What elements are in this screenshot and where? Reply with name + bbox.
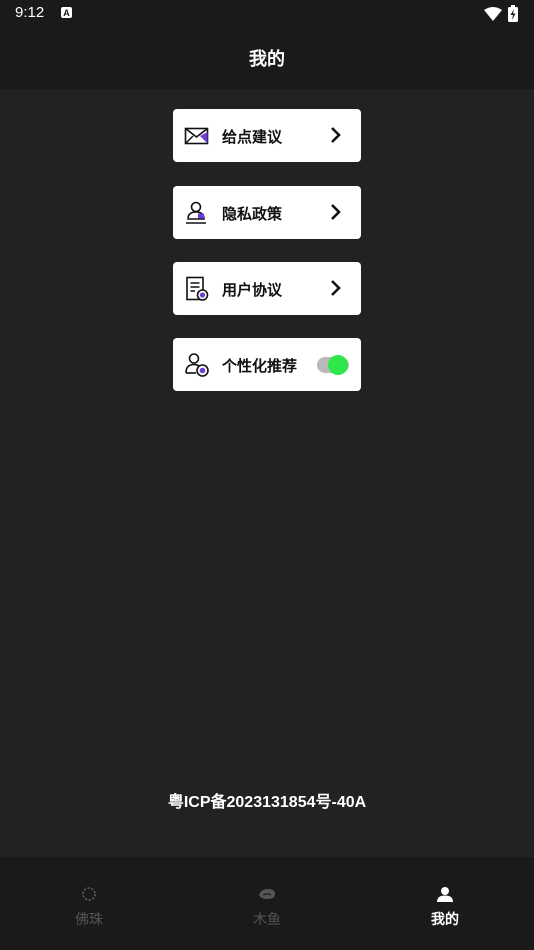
status-bar: 9:12 A [0,0,534,27]
a-icon: A [61,7,72,18]
nav-item-beads[interactable]: 佛珠 [0,857,178,950]
icp-license-text: 粤ICP备2023131854号-40A [167,794,367,811]
feedback-card[interactable]: 给点建议 [173,109,361,162]
wooden-fish-icon [258,885,276,903]
user-settings-icon [184,352,210,378]
status-time: 9:12 [15,4,45,21]
beads-icon [80,885,98,903]
user-agreement-label: 用户协议 [222,281,283,299]
personalized-recommendation-toggle[interactable] [316,354,350,376]
page-title: 我的 [249,49,285,70]
privacy-policy-card[interactable]: 隐私政策 [173,186,361,239]
personalized-recommendation-card: 个性化推荐 [173,338,361,391]
person-icon [436,885,454,903]
nav-item-mine[interactable]: 我的 [356,857,534,950]
nav-item-wooden-fish[interactable]: 木鱼 [178,857,356,950]
envelope-icon [184,123,210,149]
settings-content: 给点建议 隐私政策 用户协议 个性化推荐 [0,89,534,857]
user-stamp-icon [184,200,210,226]
app-bar: 我的 [0,27,534,89]
wifi-icon [484,6,502,25]
chevron-right-icon [329,203,343,225]
bottom-nav: 佛珠 木鱼 我的 [0,857,534,950]
document-icon [184,276,210,302]
toggle-thumb [328,355,348,375]
chevron-right-icon [329,126,343,148]
feedback-label: 给点建议 [222,128,283,146]
nav-label-beads: 佛珠 [75,912,103,928]
privacy-policy-label: 隐私政策 [222,205,283,223]
personalized-recommendation-label: 个性化推荐 [222,357,298,375]
battery-charging-icon [508,5,518,26]
nav-label-wooden-fish: 木鱼 [253,912,281,928]
user-agreement-card[interactable]: 用户协议 [173,262,361,315]
chevron-right-icon [329,279,343,301]
svg-text:A: A [63,8,70,18]
nav-label-mine: 我的 [431,912,459,928]
